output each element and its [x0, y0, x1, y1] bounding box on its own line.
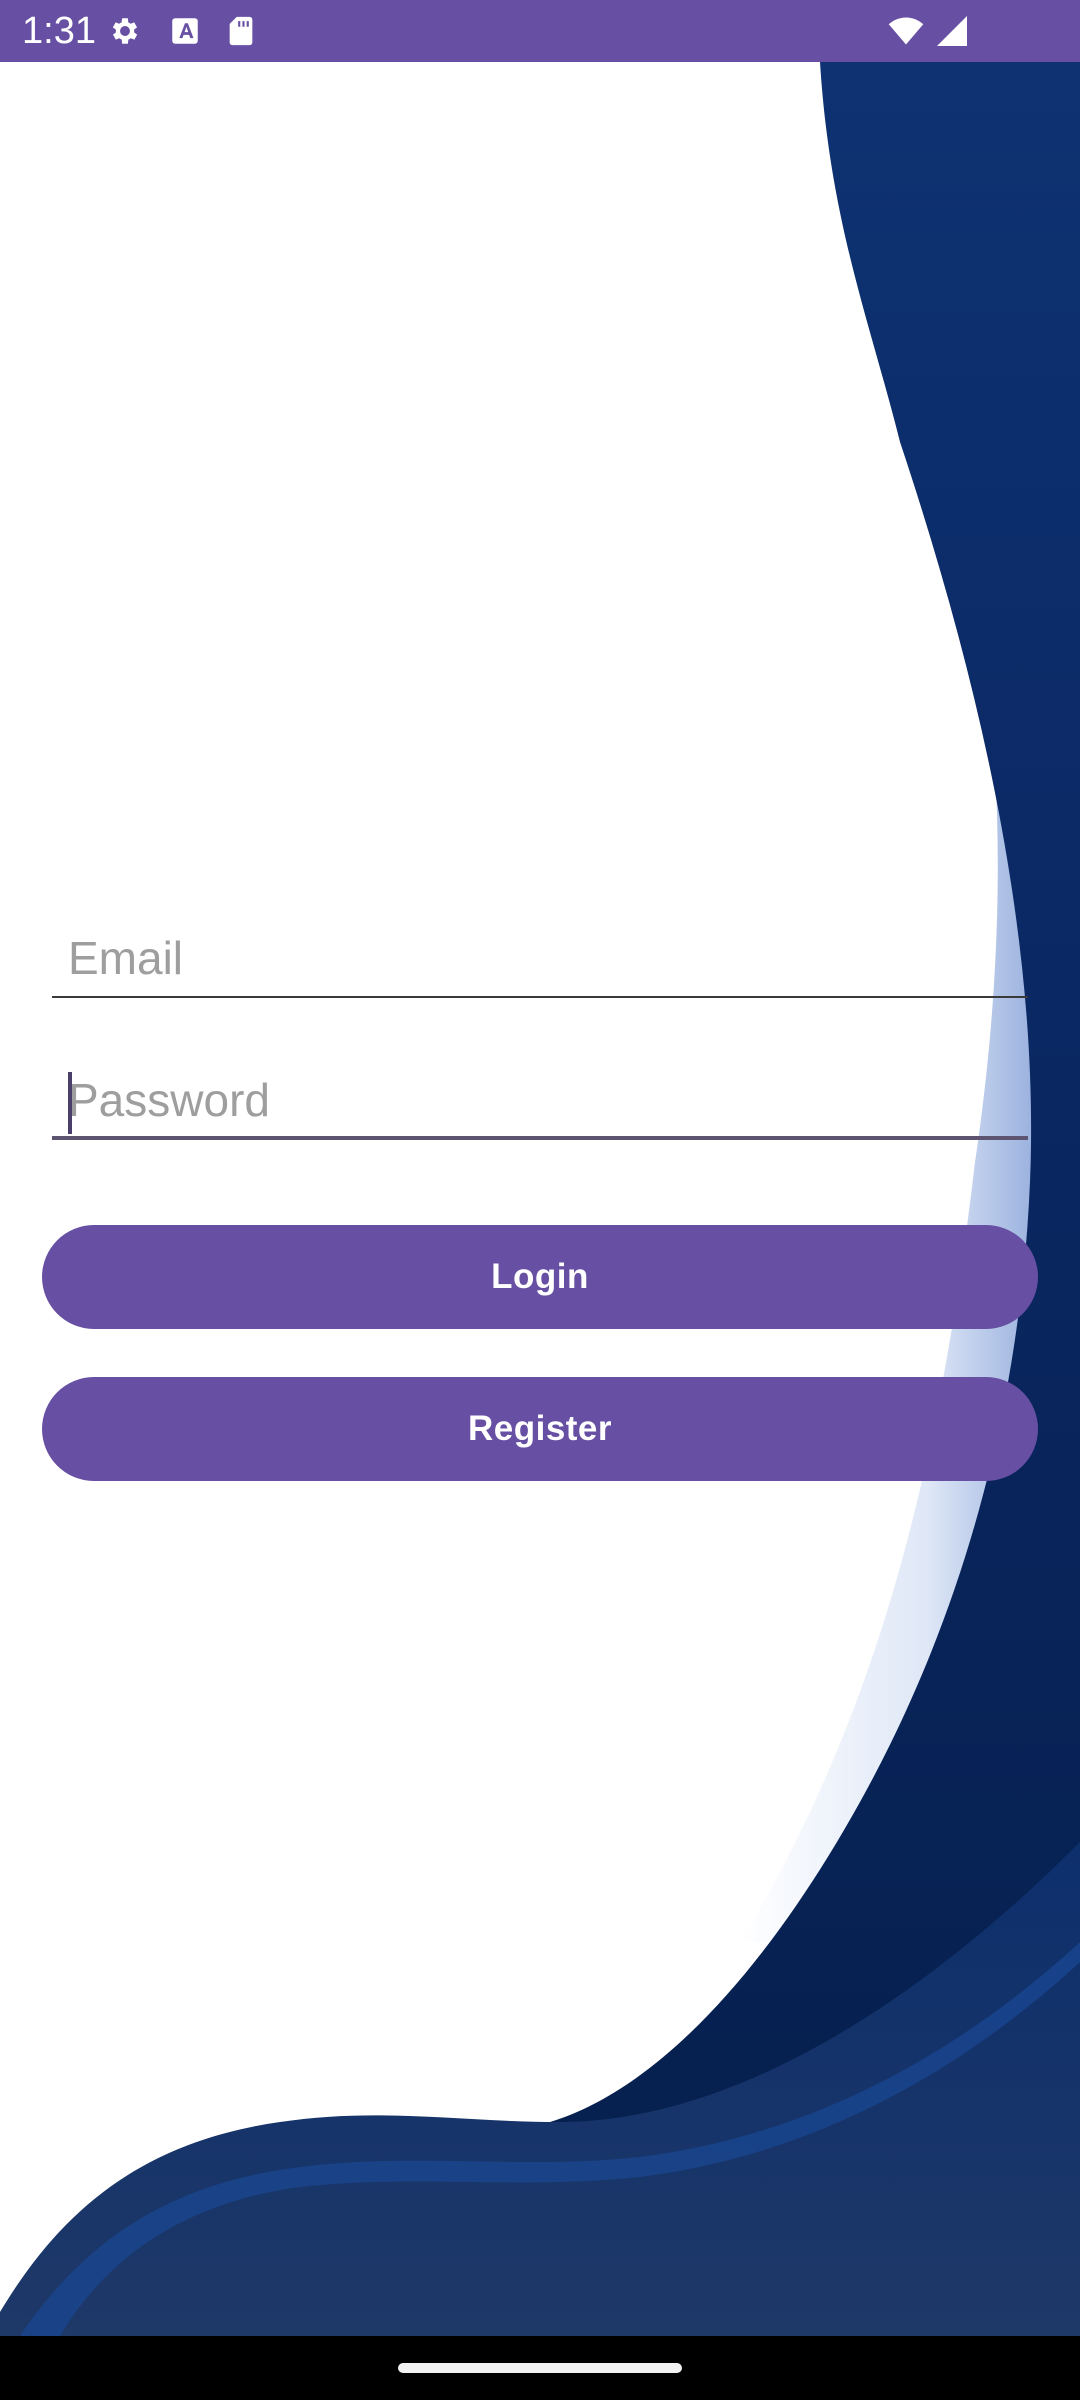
password-underline	[52, 1136, 1028, 1140]
email-underline	[52, 996, 1028, 998]
sd-card-icon	[224, 14, 258, 48]
password-field[interactable]	[52, 1060, 1028, 1140]
register-button[interactable]: Register	[42, 1377, 1038, 1481]
cell-signal-icon	[934, 13, 970, 49]
home-gesture-handle[interactable]	[398, 2363, 682, 2373]
wifi-icon	[886, 13, 926, 49]
background-wave	[0, 62, 1080, 2336]
password-input[interactable]	[52, 1060, 1028, 1140]
status-bar: 1:31	[0, 0, 1080, 62]
status-time: 1:31	[22, 10, 96, 52]
login-button[interactable]: Login	[42, 1225, 1038, 1329]
email-input[interactable]	[52, 918, 1028, 998]
text-cursor	[68, 1072, 72, 1134]
gear-icon	[108, 14, 142, 48]
text-a-icon	[168, 14, 202, 48]
navigation-bar	[0, 2336, 1080, 2400]
email-field[interactable]	[52, 918, 1028, 998]
